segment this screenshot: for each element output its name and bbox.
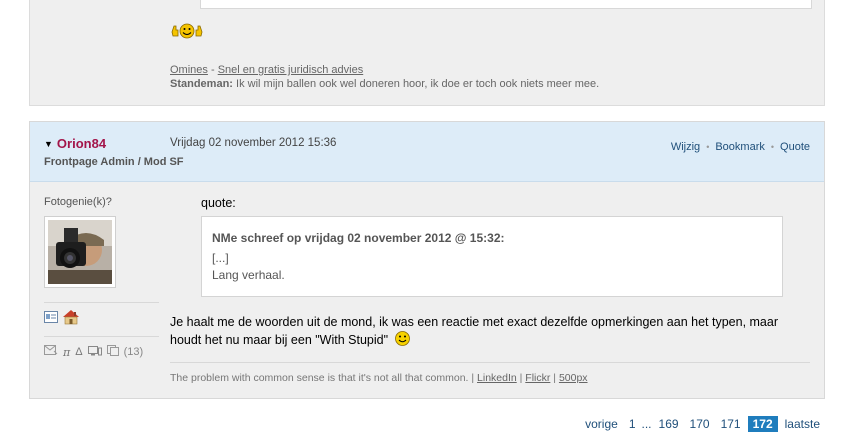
post-date: Vrijdag 02 november 2012 15:36 [170, 137, 337, 149]
pager-ellipsis: ... [641, 417, 652, 431]
pager-last[interactable]: laatste [781, 416, 824, 432]
signature-text: The problem with common sense is that it… [170, 372, 478, 384]
sidebar-divider [44, 336, 159, 337]
home-icon[interactable] [62, 309, 80, 328]
flickr-link[interactable]: Flickr [525, 372, 550, 384]
pm-icon[interactable] [44, 345, 58, 359]
quote-line: Lang verhaal. [212, 268, 285, 282]
previous-post: Omines - Snel en gratis juridisch advies… [29, 0, 825, 106]
post-signature: The problem with common sense is that it… [170, 372, 588, 384]
profile-card-icon[interactable] [44, 311, 58, 326]
post-actions: Wijzig • Bookmark • Quote [671, 141, 810, 153]
quote-box: NMe schreef op vrijdag 02 november 2012 … [201, 216, 783, 297]
pager-current-page[interactable]: 172 [747, 416, 778, 432]
post-message: Je haalt me de woorden uit de mond, ik w… [170, 313, 800, 351]
signature-separator: | [550, 372, 559, 384]
quote-line: [...] [212, 251, 229, 265]
sig-separator: - [207, 64, 218, 76]
pager-page-first[interactable]: 1 [625, 416, 640, 432]
user-extra-icons: π Δ (13) [44, 345, 159, 359]
user-role: Frontpage Admin / Mod SF [44, 156, 184, 168]
avatar[interactable] [44, 216, 116, 288]
thumbs-up-smiley-icon [170, 22, 204, 40]
forum-post: ▼ Orion84 Frontpage Admin / Mod SF Vrijd… [29, 121, 825, 399]
sig-quote-author: Standeman: [170, 78, 233, 90]
bookmark-link[interactable]: Bookmark [715, 141, 765, 153]
smiley-icon [394, 331, 410, 351]
delta-icon[interactable]: Δ [75, 346, 82, 358]
500px-link[interactable]: 500px [559, 372, 588, 384]
user-profile-icons [44, 309, 159, 328]
pagination: vorige 1 ... 169 170 171 172 laatste [578, 416, 824, 432]
sig-link-omines[interactable]: Omines [170, 64, 208, 76]
separator-dot: • [706, 142, 710, 152]
sig-link-juridisch-advies[interactable]: Snel en gratis juridisch advies [218, 64, 364, 76]
quote-link[interactable]: Quote [780, 141, 810, 153]
username[interactable]: Orion84 [57, 136, 106, 151]
inventory-icon[interactable] [87, 345, 102, 359]
previous-quote-box [200, 0, 812, 9]
review-count[interactable]: (13) [124, 346, 144, 358]
separator-dot: • [770, 142, 775, 152]
post-content: quote: NMe schreef op vrijdag 02 novembe… [170, 196, 800, 351]
post-header: ▼ Orion84 Frontpage Admin / Mod SF Vrijd… [30, 122, 824, 182]
reviews-icon[interactable] [106, 345, 119, 359]
pager-page[interactable]: 169 [655, 416, 683, 432]
user-sidebar: Fotogenie(k)? π Δ (13) [44, 196, 159, 359]
pi-icon[interactable]: π [63, 346, 70, 359]
signature-divider [170, 362, 810, 363]
user-title: Fotogenie(k)? [44, 196, 112, 208]
sidebar-divider [44, 302, 159, 303]
previous-signature: Omines - Snel en gratis juridisch advies… [170, 63, 599, 91]
post-author[interactable]: ▼ Orion84 [44, 136, 106, 151]
signature-separator: | [516, 372, 526, 384]
pager-page[interactable]: 170 [686, 416, 714, 432]
quote-label: quote: [201, 196, 236, 210]
sig-quote-text: Ik wil mijn ballen ook wel doneren hoor,… [232, 78, 600, 90]
linkedin-link[interactable]: LinkedIn [477, 372, 517, 384]
post-message-text: Je haalt me de woorden uit de mond, ik w… [170, 315, 778, 347]
quote-header: NMe schreef op vrijdag 02 november 2012 … [212, 231, 505, 245]
pager-page[interactable]: 171 [717, 416, 745, 432]
edit-link[interactable]: Wijzig [671, 141, 700, 153]
collapse-triangle-icon[interactable]: ▼ [44, 139, 53, 149]
pager-prev[interactable]: vorige [581, 416, 622, 432]
